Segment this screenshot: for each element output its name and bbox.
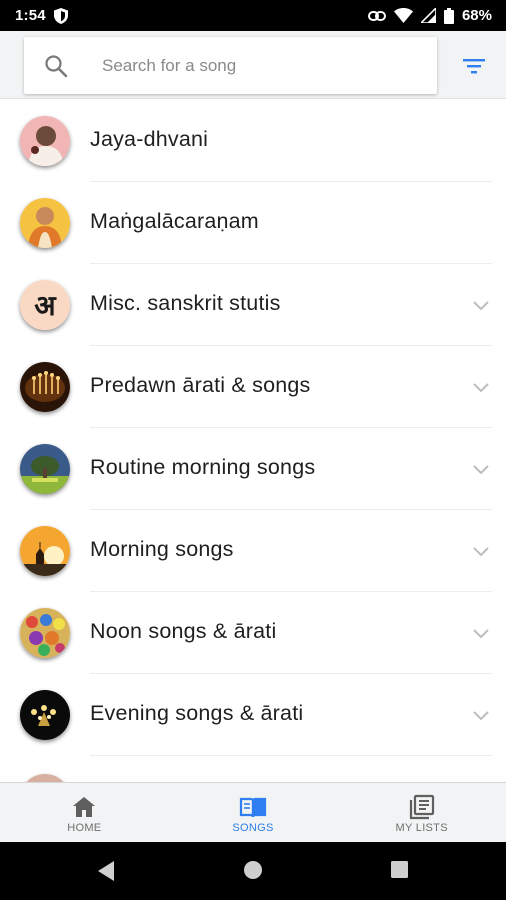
shield-icon — [53, 7, 68, 24]
status-bar: 1:54 68% — [0, 0, 506, 31]
cell-signal-icon — [420, 8, 436, 23]
search-header — [0, 31, 506, 99]
avatar — [20, 774, 70, 782]
back-icon[interactable] — [96, 860, 116, 882]
list-item[interactable]: Routine morning songs — [0, 428, 506, 510]
divider — [90, 755, 492, 756]
item-label: Evening songs & ārati — [90, 701, 304, 725]
item-label: Predawn ārati & songs — [90, 373, 311, 397]
search-box[interactable] — [24, 37, 437, 94]
chevron-down-icon[interactable] — [470, 704, 492, 726]
nav-home-label: HOME — [67, 822, 102, 834]
list-item[interactable]: अ Misc. sanskrit stutis — [0, 264, 506, 346]
battery-icon — [443, 7, 454, 24]
list-item[interactable]: Morning songs — [0, 510, 506, 592]
library-icon — [409, 794, 434, 820]
status-time: 1:54 — [15, 7, 46, 24]
song-list: Jaya-dhvani Maṅgalācaraṇam अ Misc. sansk… — [0, 100, 506, 782]
list-item[interactable]: Maṅgalācaraṇam — [0, 182, 506, 264]
item-label: Maṅgalācaraṇam — [90, 209, 259, 233]
chevron-down-icon[interactable] — [470, 294, 492, 316]
candles-photo — [20, 362, 70, 412]
nav-my-lists[interactable]: MY LISTS — [337, 783, 506, 842]
nav-songs[interactable]: SONGS — [169, 783, 338, 842]
list-item[interactable]: Noon songs & ārati — [0, 592, 506, 674]
recents-icon[interactable] — [390, 860, 409, 879]
item-label: Noon songs & ārati — [90, 619, 277, 643]
item-label: Morning songs — [90, 537, 234, 561]
nav-home[interactable]: HOME — [0, 783, 169, 842]
bottom-nav: HOME SONGS MY LISTS — [0, 782, 506, 842]
svg-text:अ: अ — [34, 289, 57, 322]
lamp-photo — [20, 690, 70, 740]
book-icon — [239, 797, 267, 818]
tree-photo — [20, 444, 70, 494]
chevron-down-icon[interactable] — [470, 458, 492, 480]
filter-button[interactable] — [456, 52, 492, 80]
status-left: 1:54 — [15, 7, 68, 24]
battery-percent: 68% — [461, 7, 492, 24]
wifi-icon — [393, 8, 413, 23]
nav-songs-label: SONGS — [232, 822, 274, 834]
list-item[interactable]: Evening songs & ārati — [0, 674, 506, 756]
chevron-down-icon[interactable] — [470, 376, 492, 398]
sunrise-temple-photo — [20, 526, 70, 576]
avatar — [20, 198, 70, 248]
chevron-down-icon[interactable] — [470, 622, 492, 644]
list-item[interactable]: Jaya-dhvani — [0, 100, 506, 182]
item-label: Misc. sanskrit stutis — [90, 291, 281, 315]
chevron-down-icon[interactable] — [470, 540, 492, 562]
item-label: Jaya-dhvani — [90, 127, 209, 151]
search-icon[interactable] — [44, 54, 68, 78]
link-icon — [367, 10, 386, 21]
devanagari-a-icon: अ — [20, 280, 70, 330]
home-circle-icon[interactable] — [243, 860, 263, 880]
search-input[interactable] — [102, 49, 422, 83]
filter-icon — [463, 59, 485, 74]
avatar — [20, 116, 70, 166]
colorful-altar-photo — [20, 608, 70, 658]
list-item[interactable]: Predawn ārati & songs — [0, 346, 506, 428]
item-label: Routine morning songs — [90, 455, 316, 479]
nav-my-lists-label: MY LISTS — [395, 822, 448, 834]
status-right: 68% — [367, 7, 492, 24]
home-icon — [73, 797, 96, 817]
android-nav-bar — [0, 842, 506, 900]
